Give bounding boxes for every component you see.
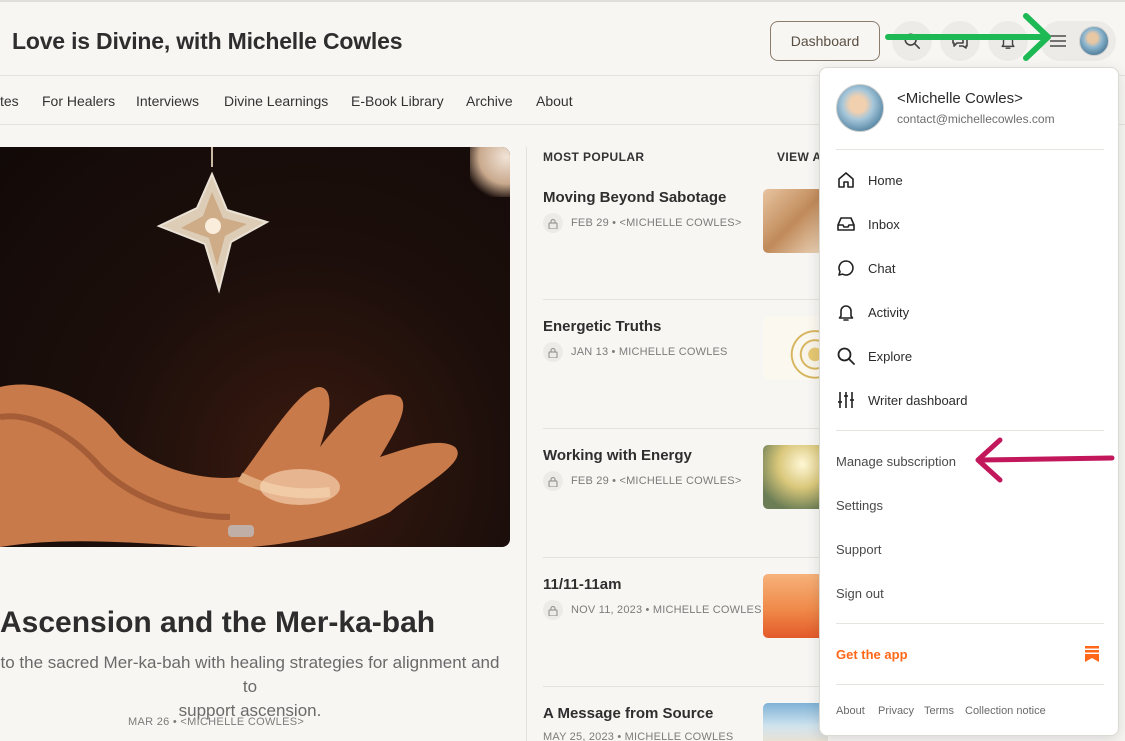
merkaba-crystal: [156, 171, 270, 294]
open-hand: [0, 384, 458, 547]
bell-icon: [836, 302, 856, 322]
chat-bubble-icon: [836, 258, 856, 278]
nav-item-for-healers[interactable]: For Healers: [42, 93, 115, 109]
account-dropdown-menu: <Michelle Cowles> contact@michellecowles…: [819, 67, 1119, 736]
nav-item-archive[interactable]: Archive: [466, 93, 513, 109]
post-meta-text: FEB 29 • <MICHELLE COWLES>: [571, 475, 742, 487]
popular-post-title[interactable]: Energetic Truths: [543, 318, 661, 335]
divider: [543, 428, 828, 429]
post-meta-text: NOV 11, 2023 • MICHELLE COWLES: [571, 604, 762, 616]
nav-item-tes[interactable]: tes: [0, 93, 19, 109]
menu-item-manage-subscription[interactable]: Manage subscription: [836, 454, 956, 469]
menu-item-sign-out[interactable]: Sign out: [836, 586, 884, 601]
divider: [836, 623, 1104, 624]
footer-link-privacy[interactable]: Privacy: [878, 705, 914, 717]
menu-item-label: Writer dashboard: [868, 392, 968, 408]
popular-post-meta: NOV 11, 2023 • MICHELLE COWLES: [543, 600, 762, 620]
light-flare: [470, 147, 510, 197]
menu-item-label: Chat: [868, 260, 896, 276]
featured-post-subtitle: to the sacred Mer-ka-bah with healing st…: [0, 651, 500, 723]
lock-icon: [543, 342, 563, 362]
divider: [836, 149, 1104, 150]
menu-item-label: Activity: [868, 304, 910, 320]
most-popular-heading: MOST POPULAR: [543, 150, 645, 164]
nav-item-interviews[interactable]: Interviews: [136, 93, 199, 109]
menu-item-activity[interactable]: Activity: [836, 300, 909, 324]
avatar[interactable]: [1079, 26, 1109, 56]
menu-item-home[interactable]: Home: [836, 168, 903, 192]
popular-post-meta: FEB 29 • <MICHELLE COWLES>: [543, 213, 741, 233]
home-icon: [836, 170, 856, 190]
menu-item-support[interactable]: Support: [836, 542, 882, 557]
nav-item-ebook-library[interactable]: E-Book Library: [351, 93, 444, 109]
menu-item-writer-dashboard[interactable]: Writer dashboard: [836, 388, 967, 412]
menu-item-explore[interactable]: Explore: [836, 344, 912, 368]
popular-post-meta: MAY 25, 2023 • MICHELLE COWLES: [543, 727, 733, 741]
featured-post-title[interactable]: Ascension and the Mer-ka-bah: [0, 606, 435, 640]
site-title[interactable]: Love is Divine, with Michelle Cowles: [12, 28, 402, 55]
green-arrow-annotation: [885, 13, 1051, 61]
nav-item-divine-learnings[interactable]: Divine Learnings: [224, 93, 328, 109]
menu-item-settings[interactable]: Settings: [836, 498, 883, 513]
footer-link-about[interactable]: About: [836, 705, 865, 717]
user-email: contact@michellecowles.com: [897, 112, 1055, 126]
divider: [543, 299, 828, 300]
lock-icon: [543, 471, 563, 491]
search-icon: [836, 346, 856, 366]
divider: [836, 430, 1104, 431]
post-meta-text: MAY 25, 2023 • MICHELLE COWLES: [543, 731, 734, 741]
popular-post-meta: FEB 29 • <MICHELLE COWLES>: [543, 471, 741, 491]
menu-item-label: Explore: [868, 348, 913, 364]
popular-post-title[interactable]: 11/11-11am: [543, 576, 621, 593]
magenta-arrow-annotation: [975, 437, 1115, 483]
avatar: [836, 84, 884, 132]
column-divider: [526, 147, 527, 741]
menu-item-chat[interactable]: Chat: [836, 256, 895, 280]
lock-icon: [543, 600, 563, 620]
menu-item-inbox[interactable]: Inbox: [836, 212, 900, 236]
sliders-icon: [836, 390, 856, 410]
popular-post-title[interactable]: Moving Beyond Sabotage: [543, 189, 726, 206]
popular-post-meta: JAN 13 • MICHELLE COWLES: [543, 342, 728, 362]
footer-link-collection-notice[interactable]: Collection notice: [965, 705, 1046, 717]
hero-image[interactable]: [0, 147, 510, 547]
divider: [543, 686, 828, 687]
subtitle-line-1: to the sacred Mer-ka-bah with healing st…: [0, 653, 500, 696]
menu-item-label: Inbox: [868, 216, 900, 232]
divider: [836, 684, 1104, 685]
footer-link-terms[interactable]: Terms: [924, 705, 954, 717]
popular-post-title[interactable]: A Message from Source: [543, 705, 713, 722]
user-name[interactable]: <Michelle Cowles>: [897, 90, 1023, 107]
post-meta-text: FEB 29 • <MICHELLE COWLES>: [571, 217, 742, 229]
featured-post-meta: MAR 26 • <MICHELLE COWLES>: [128, 716, 305, 728]
dashboard-button[interactable]: Dashboard: [770, 21, 880, 61]
popular-post-title[interactable]: Working with Energy: [543, 447, 692, 464]
substack-app-icon[interactable]: [1084, 645, 1100, 663]
nav-item-about[interactable]: About: [536, 93, 573, 109]
inbox-icon: [836, 214, 856, 234]
post-meta-text: JAN 13 • MICHELLE COWLES: [571, 346, 728, 358]
lock-icon: [543, 213, 563, 233]
divider: [543, 557, 828, 558]
get-the-app-link[interactable]: Get the app: [836, 647, 908, 662]
menu-item-label: Home: [868, 172, 903, 188]
